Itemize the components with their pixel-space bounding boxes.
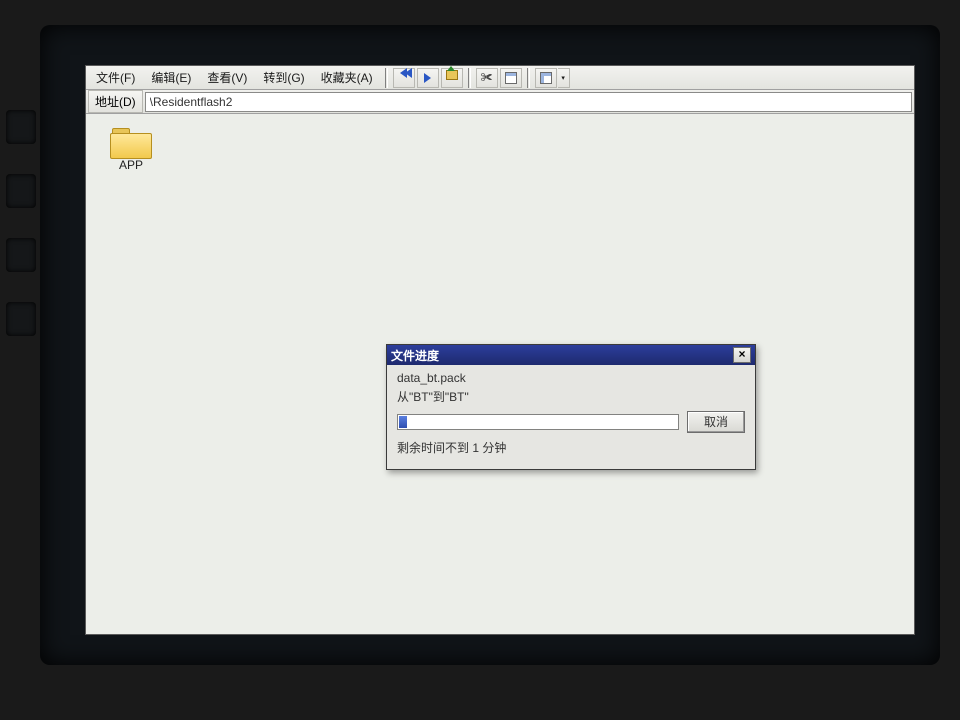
address-input[interactable]: [145, 92, 912, 112]
hardware-button: [6, 174, 36, 208]
views-icon: [540, 72, 552, 84]
views-button[interactable]: ▾: [534, 68, 570, 88]
hardware-button: [6, 238, 36, 272]
address-label[interactable]: 地址(D): [88, 90, 143, 113]
file-view[interactable]: APP 文件进度 × data_bt.pack 从"BT"到"BT": [86, 114, 914, 634]
folder-label: APP: [119, 158, 143, 172]
properties-button[interactable]: [500, 68, 522, 88]
progress-filename: data_bt.pack: [397, 371, 745, 385]
nav-back-icon: [400, 67, 407, 88]
menu-favorites[interactable]: 收藏夹(A): [313, 67, 381, 88]
menu-edit[interactable]: 编辑(E): [143, 67, 199, 88]
progress-fromto: 从"BT"到"BT": [397, 388, 745, 405]
toolbar-separator: [527, 68, 530, 88]
menu-view[interactable]: 查看(V): [199, 67, 255, 88]
dialog-body: data_bt.pack 从"BT"到"BT" 取消 剩余时间不到 1 分钟: [387, 365, 755, 469]
cut-button[interactable]: [476, 68, 498, 88]
dialog-close-button[interactable]: ×: [733, 347, 751, 363]
folder-icon: [110, 124, 152, 158]
monitor-bezel: 文件(F) 编辑(E) 查看(V) 转到(G) 收藏夹(A): [40, 25, 940, 665]
dialog-titlebar[interactable]: 文件进度 ×: [387, 345, 755, 365]
file-progress-dialog: 文件进度 × data_bt.pack 从"BT"到"BT" 取消 剩余时间不到…: [386, 344, 756, 470]
nav-forward-icon: [424, 73, 431, 83]
menu-go[interactable]: 转到(G): [255, 67, 312, 88]
cut-icon: [481, 70, 493, 85]
progress-bar: [397, 414, 679, 430]
nav-back-button[interactable]: [393, 68, 415, 88]
cancel-button[interactable]: 取消: [687, 411, 745, 433]
screen-area: 文件(F) 编辑(E) 查看(V) 转到(G) 收藏夹(A): [85, 65, 915, 635]
folder-item-app[interactable]: APP: [96, 124, 166, 172]
dialog-title-text: 文件进度: [391, 347, 733, 364]
properties-icon: [505, 72, 517, 84]
chevron-down-icon[interactable]: ▾: [558, 68, 570, 88]
toolbar-separator: [468, 68, 471, 88]
menu-bar: 文件(F) 编辑(E) 查看(V) 转到(G) 收藏夹(A): [86, 66, 914, 90]
address-bar: 地址(D): [86, 90, 914, 114]
folder-up-icon: [446, 70, 458, 85]
nav-forward-button[interactable]: [417, 68, 439, 88]
folder-up-button[interactable]: [441, 68, 463, 88]
close-icon: ×: [738, 347, 745, 361]
progress-remaining: 剩余时间不到 1 分钟: [397, 439, 745, 456]
progress-bar-fill: [399, 416, 407, 428]
hardware-button: [6, 110, 36, 144]
hardware-button: [6, 302, 36, 336]
menu-file[interactable]: 文件(F): [88, 67, 143, 88]
toolbar-separator: [385, 68, 388, 88]
